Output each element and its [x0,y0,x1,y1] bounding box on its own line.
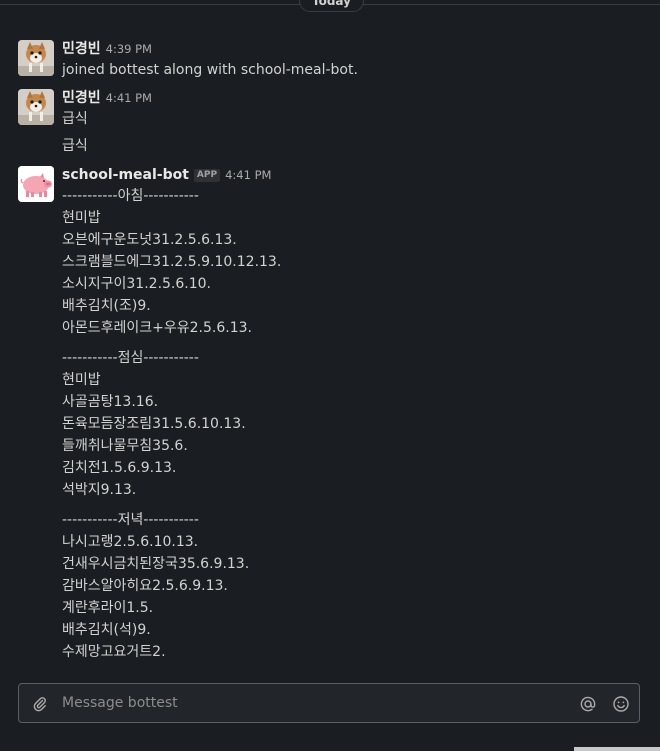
meal-item: 소시지구이31.2.5.6.10. [62,276,212,292]
meal-item: 배추김치(조)9. [62,298,151,314]
meal-item: 오븐에구운도넛31.2.5.6.13. [62,232,237,248]
meal-item: 계란후라이1.5. [62,600,154,616]
meal-item: 스크램블드에그31.2.5.9.10.12.13. [62,254,282,270]
message-timestamp[interactable]: 4:41 PM [225,168,271,182]
message-header: school-meal-bot APP 4:41 PM [62,164,271,184]
avatar[interactable] [18,40,54,76]
meal-item: 감바스알아히요2.5.6.9.13. [62,578,228,594]
message-timestamp[interactable]: 4:39 PM [106,42,152,56]
emoji-icon[interactable] [612,695,630,713]
meal-item: 배추김치(석)9. [62,622,151,638]
message-text: joined bottest along with school-meal-bo… [62,62,358,78]
day-divider-label[interactable]: Today [299,0,364,12]
meal-item: 건새우시금치된장국35.6.9.13. [62,556,250,572]
meal-section-header: -----------아침----------- [62,188,199,204]
meal-item: 사골곰탕13.16. [62,394,159,410]
avatar[interactable] [18,89,54,125]
message-text: 급식 [62,138,88,154]
app-badge: APP [193,169,221,182]
author-name[interactable]: 민경빈 [62,90,101,106]
meal-item: 석박지9.13. [62,482,137,498]
meal-item: 현미밥 [62,372,101,388]
avatar[interactable] [18,166,54,202]
message-header: 민경빈 4:39 PM [62,38,152,58]
paperclip-icon[interactable] [31,695,49,713]
at-sign-icon[interactable] [579,695,597,713]
meal-item: 수제망고요거트2. [62,644,166,660]
message-timestamp[interactable]: 4:41 PM [106,91,152,105]
pig-icon [18,166,54,202]
author-name[interactable]: school-meal-bot [62,167,189,183]
message-header: 민경빈 4:41 PM [62,87,152,107]
meal-item: 들깨취나물무침35.6. [62,438,188,454]
meal-item: 김치전1.5.6.9.13. [62,460,177,476]
meal-section-header: -----------저녁----------- [62,512,199,528]
window-edge-strip [574,747,660,751]
meal-item: 아몬드후레이크+우유2.5.6.13. [62,320,252,336]
message-composer [18,683,640,723]
day-divider: Today [0,0,660,12]
meal-item: 돈육모듬장조림31.5.6.10.13. [62,416,246,432]
meal-section-header: -----------점심----------- [62,350,199,366]
author-name[interactable]: 민경빈 [62,41,101,57]
message-text: 급식 [62,111,88,127]
message-input[interactable] [62,693,562,713]
meal-item: 현미밥 [62,210,101,226]
chat-window: Today 민경빈 4:39 PM joined bottest along wi… [0,0,660,751]
meal-item: 나시고랭2.5.6.10.13. [62,534,199,550]
